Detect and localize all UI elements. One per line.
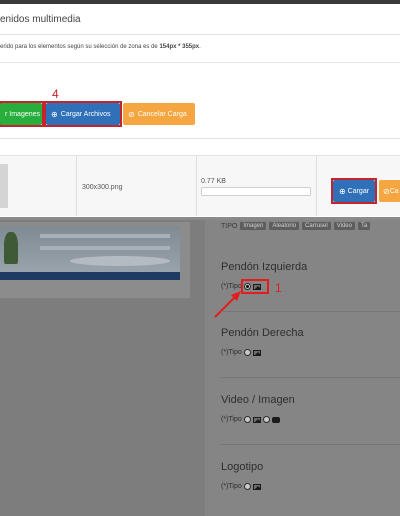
upload-file-button[interactable]: ⊕ Cargar (333, 180, 375, 202)
section-divider (221, 444, 400, 445)
modal-title: enidos multimedia (0, 14, 81, 25)
plant-decoration (4, 232, 18, 264)
section-title-pendon-izquierda: Pendón Izquierda (221, 261, 308, 273)
radio-video[interactable] (262, 416, 270, 423)
step-number-4: 4 (52, 87, 59, 101)
multimedia-modal: enidos multimedia erido para los element… (0, 4, 400, 217)
upload-files-button[interactable]: ⊕ Cargar Archivos (46, 103, 120, 125)
radio-image[interactable] (243, 349, 251, 356)
radio-image[interactable] (243, 416, 251, 423)
section-title-pendon-derecha: Pendón Derecha (221, 327, 304, 339)
cancel-file-label: Ca (389, 187, 399, 195)
tipo-label: (*)Tipo (221, 483, 242, 490)
modal-hint-divider (0, 62, 400, 63)
size-hint: erido para los elementos según su selecc… (0, 44, 201, 50)
annotation-box-radio (241, 279, 269, 294)
preview-image (0, 226, 180, 272)
image-icon (252, 349, 261, 356)
cancel-upload-label: Cancelar Carga (137, 110, 187, 118)
step-number-1: 1 (275, 281, 282, 295)
image-icon (252, 416, 261, 423)
tag-carrusel[interactable]: Carrusel (302, 222, 331, 230)
tipo-row-pendon-derecha: (*)Tipo (221, 349, 261, 356)
tipo-row-video-imagen: (*)Tipo (221, 416, 280, 423)
modal-header-divider (0, 34, 400, 35)
tipo-label: TIPO (221, 222, 238, 230)
cancel-upload-button[interactable]: ⊘ Cancelar Carga (123, 103, 195, 125)
add-images-button[interactable]: r Imagenes (0, 103, 42, 125)
cancel-icon: ⊘ (128, 109, 135, 119)
annotation-arrow-icon (214, 291, 241, 318)
tag-aleatorio[interactable]: Aleatorio (269, 222, 300, 230)
section-title-video-imagen: Video / Imagen (221, 394, 295, 406)
tipo-row-logotipo: (*)Tipo (221, 483, 261, 490)
file-thumbnail (0, 164, 8, 208)
tag-texto[interactable]: Ta (357, 222, 371, 230)
video-icon (271, 416, 280, 423)
upload-file-label: Cargar (347, 187, 370, 195)
tipo-label: (*)Tipo (221, 349, 242, 356)
upload-icon: ⊕ (51, 109, 58, 119)
file-name: 300x300.png (82, 184, 123, 191)
cancel-icon: ⊘ (383, 186, 390, 196)
upload-files-label: Cargar Archivos (60, 110, 111, 118)
image-icon (252, 483, 261, 490)
add-images-label: r Imagenes (5, 110, 41, 118)
section-divider (221, 311, 400, 312)
tag-video[interactable]: Video (333, 222, 355, 230)
tipo-label: (*)Tipo (221, 416, 242, 423)
section-title-logotipo: Logotipo (221, 461, 264, 473)
size-hint-value: 154px * 355px (159, 44, 200, 50)
file-size: 0.77 KB (201, 178, 226, 185)
tipo-tags-row: TIPO Imagen Aleatorio Carrusel Video Ta (221, 222, 371, 230)
radio-image[interactable] (243, 483, 251, 490)
preview-footer-bar (0, 272, 180, 280)
upload-icon: ⊕ (338, 186, 346, 196)
tag-imagen[interactable]: Imagen (240, 222, 267, 230)
section-divider (221, 377, 400, 378)
upload-progress-bar (201, 187, 311, 196)
cancel-file-button[interactable]: ⊘ Ca (379, 180, 400, 202)
file-table-header (0, 138, 400, 156)
